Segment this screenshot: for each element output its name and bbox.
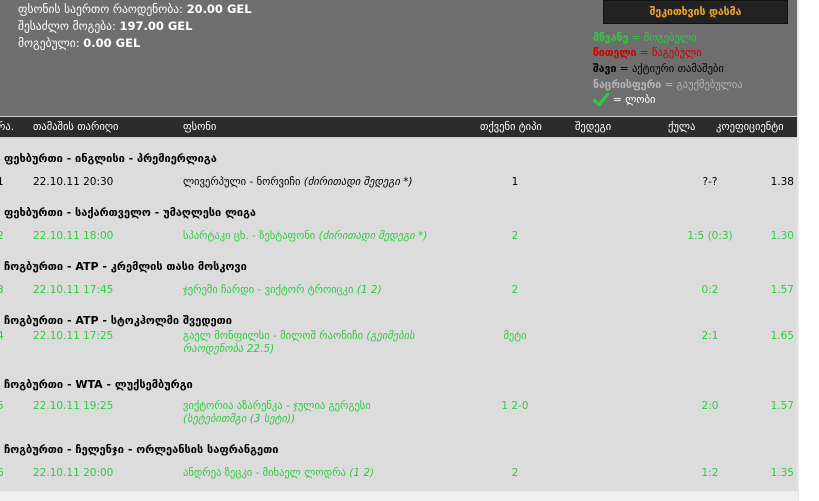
- row-match: ანდრეა ზეცკი - მიხაელ ლოდრა (1 2): [183, 467, 433, 480]
- row-odds: 1.30: [770, 230, 794, 242]
- row-score: 1:2: [701, 467, 719, 479]
- row-match: ჯერემი ჩარდი - ვიქტორ ტროიცკი (1 2): [183, 284, 433, 297]
- match-teams: ჯერემი ჩარდი - ვიქტორ ტროიცკი: [183, 284, 354, 296]
- row-tip: 1: [511, 176, 519, 188]
- ask-question-button[interactable]: შეკითხვის დასმა: [603, 0, 788, 24]
- row-odds: 1.35: [770, 467, 794, 479]
- row-tip: 1 2-0: [501, 400, 529, 412]
- legend-check: = ლობი: [613, 94, 656, 106]
- group-header: ჩოგბურთი - WTA - ლუქსემბურგი: [4, 378, 193, 391]
- row-odds: 1.65: [770, 330, 794, 342]
- row-score: 1:5 (0:3): [687, 230, 733, 242]
- match-note: (ძირითადი შედეგი *): [318, 230, 428, 242]
- legend-green: მწვანე = მოგებული: [593, 32, 697, 44]
- row-number: 4: [0, 330, 4, 342]
- row-number: 5: [0, 400, 4, 412]
- row-match: სპარტაკი ცხ. - ზესტაფონი (ძირითადი შედეგ…: [183, 230, 433, 243]
- group-header: ჩოგბურთი - ჩელენჯი - ორლეანსის საფრანგეთ…: [4, 443, 279, 456]
- row-tip: მეტი: [503, 330, 527, 342]
- row-match: გაელ მონფილსი - მილოშ რაონიჩი (გეიმების …: [183, 330, 433, 356]
- row-match: ლივერპული - ნორვიჩი (ძირითადი შედეგი *): [183, 176, 433, 189]
- match-teams: ლივერპული - ნორვიჩი: [183, 176, 301, 188]
- table-header: რა. თამაშის თარიღი ფსონი თქვენი ტიპი შედ…: [0, 116, 797, 138]
- summary-panel: ფსონის საერთო რაოდენობა: 20.00 GEL შესაძ…: [0, 0, 797, 116]
- won-amount: მოგებული: 0.00 GEL: [18, 36, 141, 50]
- match-note: (1 2): [356, 284, 382, 296]
- row-odds: 1.57: [770, 400, 794, 412]
- row-score: 2:1: [701, 330, 719, 342]
- possible-win: შესაძლო მოგება: 197.00 GEL: [18, 19, 193, 33]
- row-score: 0:2: [701, 284, 719, 296]
- row-number: 1: [0, 176, 4, 188]
- row-score: ?-?: [702, 176, 718, 188]
- match-teams: სპარტაკი ცხ. - ზესტაფონი: [183, 230, 316, 242]
- col-no: რა.: [0, 121, 15, 133]
- row-date: 22.10.11 17:45: [33, 284, 114, 296]
- row-number: 6: [0, 467, 4, 479]
- row-odds: 1.38: [770, 176, 794, 188]
- col-result: შედეგი: [575, 121, 612, 133]
- row-date: 22.10.11 20:30: [33, 176, 114, 188]
- legend-gray: ნაცრისფერი = გაუქმებულია: [593, 79, 743, 91]
- col-date: თამაშის თარიღი: [33, 121, 119, 133]
- col-odds: კოეფიციენტი: [716, 121, 784, 133]
- row-tip: 2: [511, 284, 519, 296]
- col-points: ქულა: [668, 121, 696, 133]
- row-date: 22.10.11 17:25: [33, 330, 114, 342]
- match-teams: ვიქტორია აზარენკა - ჯულია გერგესი: [183, 400, 371, 412]
- legend-black: შავი = აქტიური თამაშები: [593, 63, 724, 75]
- row-tip: 2: [511, 230, 519, 242]
- col-tip: თქვენი ტიპი: [480, 121, 542, 133]
- page-edge: [797, 0, 819, 501]
- total-stake: ფსონის საერთო რაოდენობა: 20.00 GEL: [18, 2, 252, 16]
- check-icon: [593, 93, 609, 107]
- row-odds: 1.57: [770, 284, 794, 296]
- match-note: (1 2): [349, 467, 375, 479]
- row-date: 22.10.11 18:00: [33, 230, 114, 242]
- row-match: ვიქტორია აზარენკა - ჯულია გერგესი (სეტებ…: [183, 400, 433, 426]
- group-header: ფეხბურთი - ინგლისი - პრემიერლიგა: [4, 152, 217, 165]
- legend-red: წითელი = წაგებული: [593, 47, 702, 59]
- row-tip: 2: [511, 467, 519, 479]
- row-score: 2:0: [701, 400, 719, 412]
- match-teams: გაელ მონფილსი - მილოშ რაონიჩი: [183, 330, 364, 342]
- horizontal-scrollbar[interactable]: [0, 491, 797, 501]
- match-teams: ანდრეა ზეცკი - მიხაელ ლოდრა: [183, 467, 346, 479]
- row-date: 22.10.11 20:00: [33, 467, 114, 479]
- row-date: 22.10.11 19:25: [33, 400, 114, 412]
- row-number: 3: [0, 284, 4, 296]
- match-note: (სეტებითმგი (3 სეტი)): [183, 413, 296, 425]
- group-header: ფეხბურთი - საქართველო - უმაღლესი ლიგა: [4, 206, 257, 219]
- group-header: ჩოგბურთი - ATP - კრემლის თასი მოსკოვი: [4, 260, 247, 273]
- col-match: ფსონი: [183, 121, 217, 133]
- match-note: (ძირითადი შედეგი *): [303, 176, 413, 188]
- bets-table: ფეხბურთი - ინგლისი - პრემიერლიგა 1 22.10.1…: [0, 138, 797, 491]
- row-number: 2: [0, 230, 4, 242]
- group-header: ჩოგბურთი - ATP - სტოკჰოლმი შვედეთი: [4, 314, 232, 327]
